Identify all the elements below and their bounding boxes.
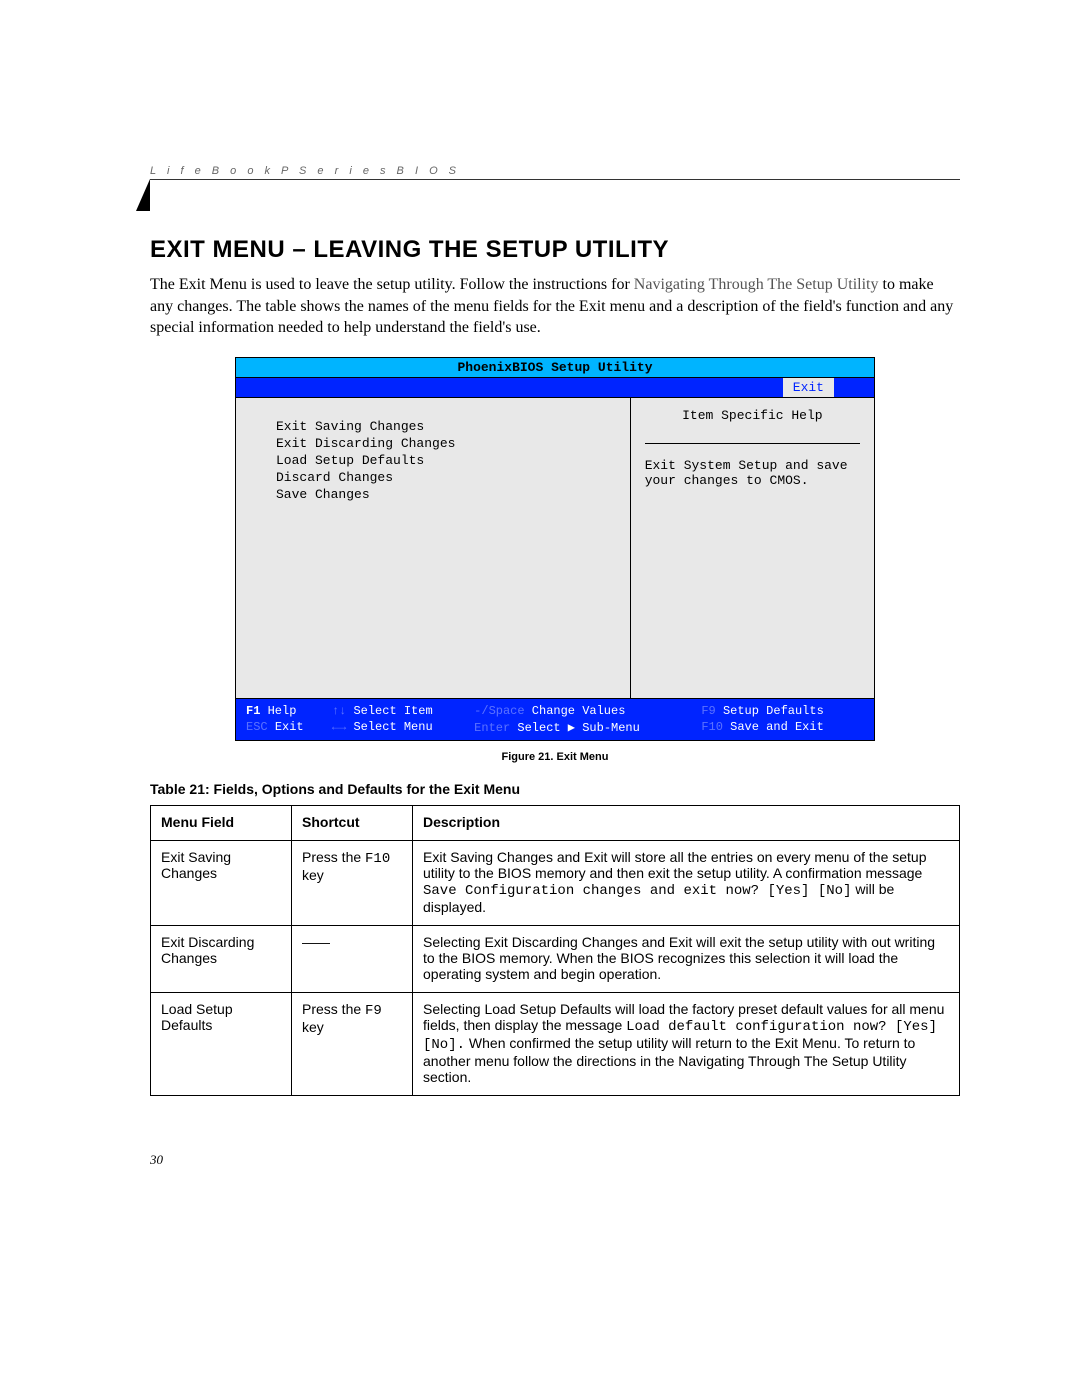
fields-table: Menu Field Shortcut Description Exit Sav… [150,805,960,1096]
bios-menuitem: Exit Saving Changes [276,418,610,435]
desc-code: Save Configuration changes and exit now?… [423,883,851,899]
cell-shortcut: Press the F9 key [292,992,413,1095]
bios-menuitem: Discard Changes [276,469,610,486]
shortcut-pre: Press the [302,1001,365,1017]
shortcut-pre: Press the [302,849,365,865]
cell-description: Selecting Exit Discarding Changes and Ex… [413,925,960,992]
bios-key-label: Select Item [353,704,432,718]
bios-key: -/Space [474,704,524,718]
desc-post2: section. [423,1069,471,1085]
bios-help-pane: Item Specific Help Exit System Setup and… [631,398,874,698]
cell-field: Exit Saving Changes [151,840,292,925]
running-header: L i f e B o o k P S e r i e s B I O S [150,165,960,180]
bios-menu-pane: Exit Saving Changes Exit Discarding Chan… [236,398,631,698]
bios-key: ←→ [332,720,346,734]
document-page: L i f e B o o k P S e r i e s B I O S EX… [0,0,1080,1228]
page-title: EXIT MENU – LEAVING THE SETUP UTILITY [150,236,960,264]
bios-key: F1 [246,704,260,718]
intro-link: Navigating Through The Setup Utility [634,276,879,293]
bios-key: F9 [701,704,715,718]
shortcut-post: key [302,1019,324,1035]
bios-tab-exit: Exit [783,378,834,397]
bios-screenshot: PhoenixBIOS Setup Utility Exit Exit Savi… [235,357,875,741]
bios-menuitem: Save Changes [276,486,610,503]
bios-key-label: Save and Exit [730,720,824,734]
shortcut-key: F9 [365,1003,382,1019]
intro-paragraph: The Exit Menu is used to leave the setup… [150,274,960,339]
table-row: Exit Saving Changes Press the F10 key Ex… [151,840,960,925]
header-text: L i f e B o o k P S e r i e s B I O S [150,165,460,177]
shortcut-key: F10 [365,851,390,867]
bios-key-label: Setup Defaults [723,704,824,718]
cell-field: Exit Discarding Changes [151,925,292,992]
col-header: Menu Field [151,805,292,840]
bios-key-label: Select ▶ Sub-Menu [517,721,639,735]
bios-menuitem: Exit Discarding Changes [276,435,610,452]
bios-key: Enter [474,721,510,735]
cell-description: Exit Saving Changes and Exit will store … [413,840,960,925]
cell-description: Selecting Load Setup Defaults will load … [413,992,960,1095]
cell-field: Load Setup Defaults [151,992,292,1095]
cell-shortcut: —— [292,925,413,992]
bios-key-label: Help [268,704,297,718]
bios-key-label: Select Menu [353,720,432,734]
bios-key: ESC [246,720,268,734]
bios-key: F10 [701,720,723,734]
bios-footer: F1 Help ↑↓ Select Item -/Space Change Va… [236,698,874,740]
bios-key-label: Change Values [532,704,626,718]
shortcut-post: key [302,867,324,883]
table-row: Load Setup Defaults Press the F9 key Sel… [151,992,960,1095]
figure-caption: Figure 21. Exit Menu [150,751,960,763]
table-row: Exit Discarding Changes —— Selecting Exi… [151,925,960,992]
desc-pre: Exit Saving Changes and Exit will store … [423,849,927,881]
bios-titlebar: PhoenixBIOS Setup Utility [236,358,874,378]
col-header: Shortcut [292,805,413,840]
header-tab-mark [136,179,150,211]
bios-menuitem: Load Setup Defaults [276,452,610,469]
desc-link: Navigating Through The Setup Utility [678,1053,906,1069]
col-header: Description [413,805,960,840]
bios-tab-bar: Exit [236,378,874,398]
bios-help-title: Item Specific Help [645,408,860,444]
cell-shortcut: Press the F10 key [292,840,413,925]
bios-key: ↑↓ [332,704,346,718]
table-title: Table 21: Fields, Options and Defaults f… [150,781,960,797]
bios-key-label: Exit [275,720,304,734]
bios-help-text: Exit System Setup and save your changes … [645,458,860,488]
page-number: 30 [150,1152,960,1168]
intro-pre: The Exit Menu is used to leave the setup… [150,276,634,293]
